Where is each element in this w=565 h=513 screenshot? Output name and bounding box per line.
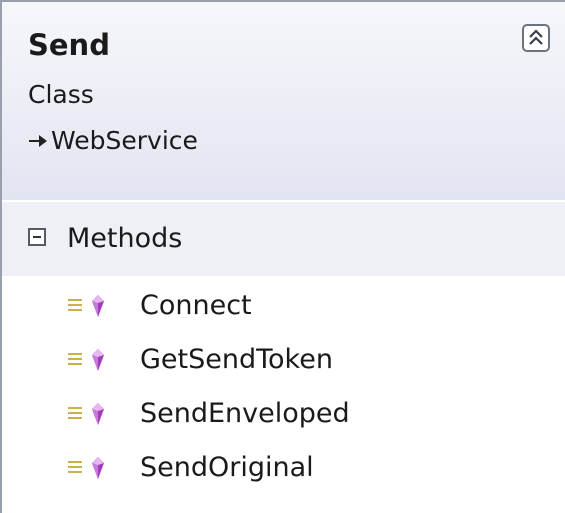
method-label: SendOriginal — [140, 452, 314, 483]
double-chevron-up-icon — [529, 29, 543, 45]
method-label: Connect — [140, 290, 252, 321]
minus-box-icon[interactable] — [28, 228, 46, 246]
method-item-sendoriginal[interactable]: SendOriginal — [68, 448, 314, 488]
method-icon — [68, 349, 104, 371]
class-stereotype: Class — [28, 80, 94, 109]
method-item-sendenveloped[interactable]: SendEnveloped — [68, 394, 350, 434]
method-icon — [68, 457, 104, 479]
method-item-connect[interactable]: Connect — [68, 286, 252, 326]
inheritance-arrow-icon — [29, 135, 47, 147]
method-label: GetSendToken — [140, 344, 333, 375]
methods-section-label: Methods — [67, 223, 183, 254]
method-icon — [68, 403, 104, 425]
method-label: SendEnveloped — [140, 398, 350, 429]
method-item-getsendtoken[interactable]: GetSendToken — [68, 340, 333, 380]
class-shape-send[interactable]: Send Class WebService Methods Connect Ge… — [0, 0, 565, 513]
base-class-name: WebService — [51, 126, 198, 155]
class-name: Send — [28, 28, 110, 62]
collapse-button[interactable] — [522, 24, 550, 52]
base-class-row: WebService — [28, 126, 198, 156]
method-icon — [68, 295, 104, 317]
